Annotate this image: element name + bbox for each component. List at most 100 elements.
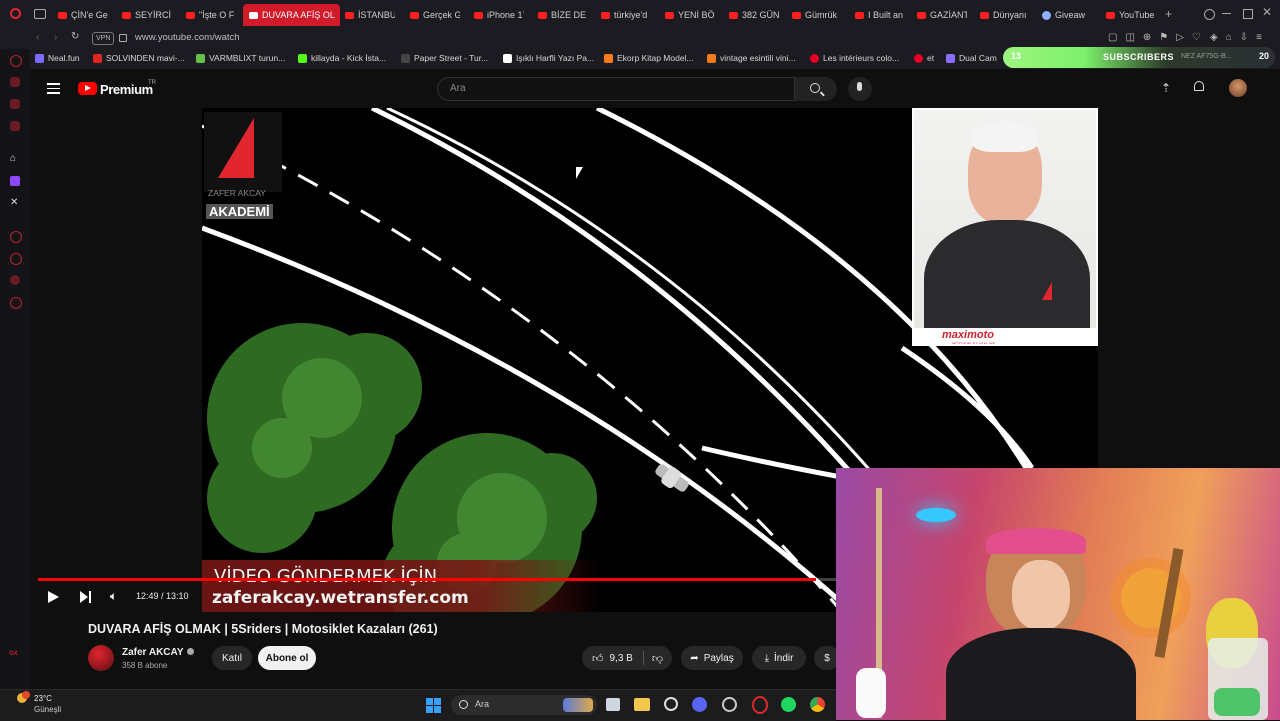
bookmark-item[interactable]: Ekorp Kitap Model... (604, 53, 694, 63)
goal-target-count: 20 (1258, 51, 1269, 61)
settings-icon[interactable] (664, 697, 678, 711)
windows-taskbar: 23°C Güneşli Ara (0, 689, 836, 721)
extension-icons[interactable]: ◈⌂⇩≡ (1210, 32, 1270, 43)
next-video-button[interactable] (80, 591, 88, 603)
task-view-icon[interactable] (606, 698, 620, 711)
sidebar-history-icon[interactable] (10, 253, 22, 265)
bookmark-favicon-icon (35, 53, 44, 63)
address-bar-row: ‹ › ↻ VPN www.youtube.com/watch ▢◫⊕⚑▷♡ ◈… (0, 29, 1280, 49)
tab[interactable]: 382 GÜN (729, 6, 779, 24)
tab[interactable]: Gerçek G (410, 6, 460, 24)
minimize-icon[interactable] (1222, 13, 1231, 14)
vpn-badge[interactable]: VPN (92, 32, 115, 45)
tab[interactable]: ÇİN'e Ge (58, 6, 108, 24)
download-button[interactable]: ⤓ İndir (752, 646, 806, 670)
sidebar-extensions-icon[interactable] (10, 275, 20, 285)
channel-name[interactable]: Zafer AKCAY (122, 647, 184, 658)
forward-icon[interactable]: › (54, 32, 57, 43)
spotify-icon[interactable] (781, 697, 796, 712)
bookmark-item[interactable]: SOLVINDEN mavi-... (93, 53, 185, 63)
bookmark-item[interactable]: VARMBLIXT turun... (196, 53, 285, 63)
new-tab-button[interactable]: + (1165, 7, 1172, 21)
tab[interactable]: İSTANBU (345, 6, 395, 24)
close-window-icon[interactable]: ✕ (1262, 5, 1272, 19)
youtube-favicon-icon (917, 11, 926, 19)
sidebar-kick-icon[interactable]: ⌂ (10, 153, 20, 164)
like-icon[interactable]: 👍︎ (592, 652, 604, 665)
maximize-icon[interactable] (1243, 9, 1253, 19)
join-button[interactable]: Katıl (212, 646, 252, 670)
tab-workspace-icon[interactable] (34, 9, 46, 19)
bookmark-item[interactable]: Işıklı Harfli Yazı Pa... (503, 53, 594, 63)
subscribe-button[interactable]: Abone ol (258, 646, 316, 670)
tab[interactable]: GAZİANT (917, 6, 967, 24)
sidebar-settings-icon[interactable] (10, 297, 22, 309)
tab[interactable]: YENİ BÖ (665, 6, 715, 24)
bookmark-item[interactable]: Dual Cam (946, 53, 997, 63)
progress-track[interactable] (38, 578, 836, 581)
sidebar-whatsapp-icon[interactable] (10, 99, 20, 109)
bookmark-item[interactable]: Paper Street - Tur... (401, 53, 488, 63)
windows-start-icon[interactable] (426, 698, 441, 713)
time-display: 12:49 / 13:10 (136, 591, 189, 601)
clock-app-icon[interactable] (722, 697, 737, 712)
tab[interactable]: "İşte O F (186, 6, 236, 24)
sidebar-twitch-icon[interactable] (10, 176, 20, 186)
taskbar-search[interactable]: Ara (451, 695, 597, 715)
opera-logo-icon[interactable] (10, 8, 21, 19)
bookmark-item[interactable]: vintage esintili vini... (707, 53, 796, 63)
tab[interactable]: SEYİRCİ (122, 6, 172, 24)
sidebar-x-icon[interactable]: ✕ (10, 197, 20, 208)
bookmark-favicon-icon (946, 53, 955, 63)
back-icon[interactable]: ‹ (36, 32, 39, 43)
url-field[interactable]: www.youtube.com/watch (135, 32, 240, 43)
weather-temperature[interactable]: 23°C (34, 694, 52, 703)
like-count[interactable]: 9,3 B (610, 653, 633, 664)
channel-avatar[interactable] (88, 645, 114, 671)
chrome-icon[interactable] (810, 697, 825, 712)
opera-gx-taskbar-icon[interactable] (752, 696, 768, 714)
youtube-logo-icon[interactable] (78, 82, 97, 95)
bookmark-favicon-icon (196, 53, 205, 63)
tab[interactable]: Gümrük (792, 6, 842, 24)
tab[interactable]: Giveaw (1042, 6, 1092, 24)
tab[interactable]: BİZE DE (538, 6, 588, 24)
goal-label: SUBSCRIBERS (1103, 52, 1175, 62)
sidebar-ai-icon[interactable] (10, 55, 22, 67)
youtube-favicon-icon (186, 11, 195, 19)
search-input[interactable]: Ara (437, 77, 795, 101)
video-title: DUVARA AFİŞ OLMAK | 5Sriders | Motosikle… (88, 622, 438, 636)
toolbar-icons[interactable]: ▢◫⊕⚑▷♡ (1108, 32, 1209, 43)
menu-icon[interactable] (47, 83, 60, 94)
dislike-icon[interactable]: 👎︎ (652, 652, 663, 665)
sidebar-gx-icon[interactable]: GX (9, 651, 18, 657)
tab[interactable]: Dünyanı (980, 6, 1030, 24)
account-avatar[interactable] (1229, 79, 1247, 97)
weather-condition[interactable]: Güneşli (34, 705, 61, 714)
voice-search-button[interactable] (848, 77, 872, 101)
sidebar-messenger-icon[interactable] (10, 77, 20, 87)
tab-active[interactable]: DUVARA AFİŞ OL (243, 4, 340, 26)
bookmark-item[interactable]: killayda - Kick İsta... (298, 53, 386, 63)
youtube-premium-logo[interactable]: Premium (100, 82, 153, 97)
file-explorer-icon[interactable] (634, 698, 650, 711)
search-button[interactable] (795, 77, 837, 101)
bookmark-item[interactable]: Les intérieurs colo... (810, 53, 899, 63)
youtube-favicon-icon (410, 11, 419, 19)
volume-icon[interactable]: 🔈︎ (110, 589, 117, 604)
notifications-bell-icon[interactable] (1194, 81, 1204, 91)
search-tabs-icon[interactable] (1204, 9, 1215, 20)
upload-icon[interactable]: ⇡ (1161, 81, 1171, 95)
bookmark-item[interactable]: et (914, 53, 934, 63)
sidebar-music-icon[interactable] (10, 121, 20, 131)
tab[interactable]: YouTube (1106, 6, 1162, 24)
share-button[interactable]: ➦ Paylaş (681, 646, 743, 670)
tab[interactable]: türkiye'd (601, 6, 651, 24)
bookmark-item[interactable]: Neal.fun (35, 53, 80, 63)
sidebar-player-icon[interactable] (10, 231, 22, 243)
play-button[interactable] (48, 591, 59, 603)
tab[interactable]: iPhone 17 (474, 6, 524, 24)
reload-icon[interactable]: ↻ (71, 31, 79, 42)
discord-icon[interactable] (692, 697, 707, 712)
tab[interactable]: I Built an (855, 6, 905, 24)
